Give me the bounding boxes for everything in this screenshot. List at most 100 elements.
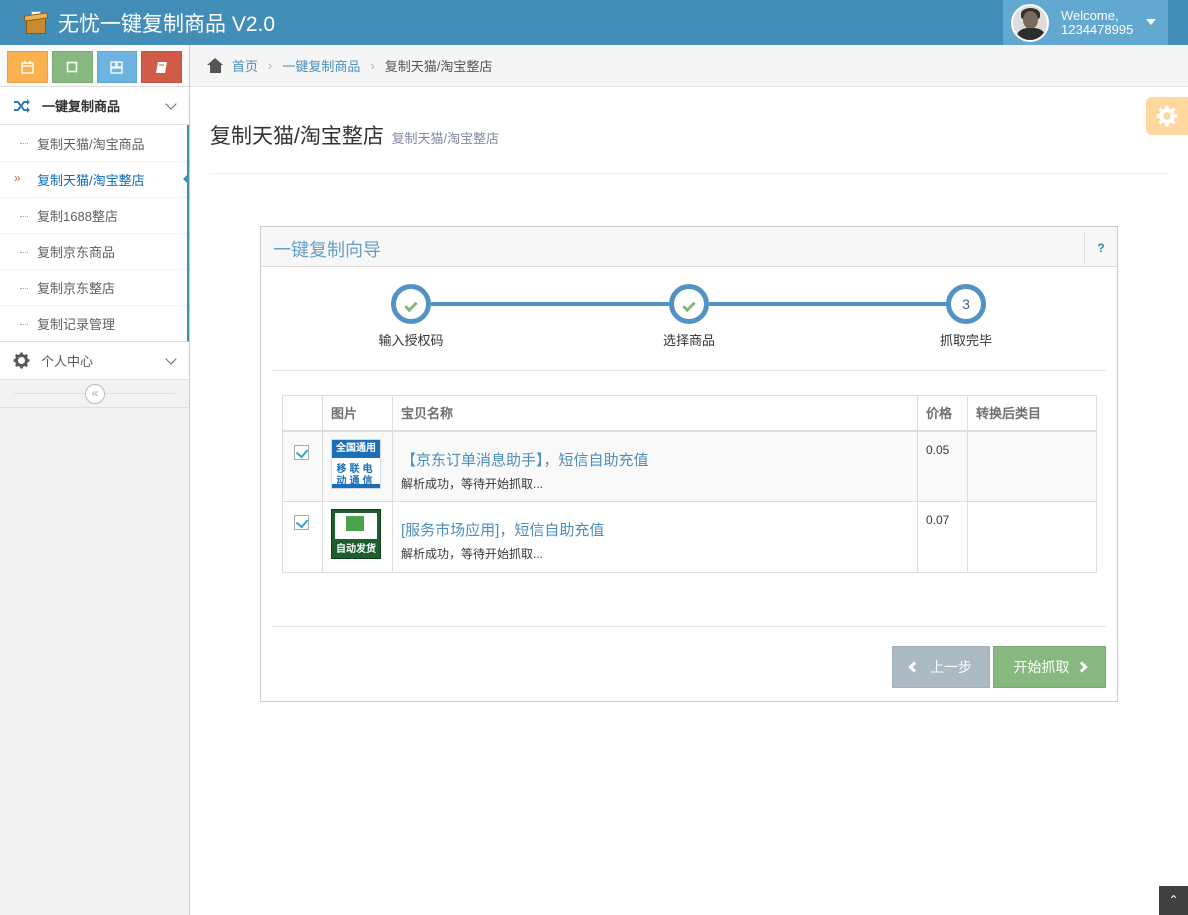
chevron-down-icon	[165, 98, 177, 110]
prev-step-button[interactable]: 上一步	[892, 646, 990, 688]
product-name-link[interactable]: 【京东订单消息助手】，短信自助充值	[401, 449, 917, 470]
step-2: 选择商品	[629, 284, 749, 349]
product-thumbnail[interactable]: 自动发货	[331, 509, 381, 559]
product-price: 0.07	[926, 513, 950, 527]
column-header-select	[282, 395, 323, 432]
widget-title: 一键复制向导	[273, 240, 381, 260]
menu-personal-center[interactable]: 个人中心	[0, 342, 189, 380]
user-id: 1234478995	[1061, 21, 1134, 37]
goods-table: 图片 宝贝名称 价格 转换后类目 全国通用 移联电 动通信 【京东订单消息助手】…	[282, 395, 1097, 573]
user-menu[interactable]: Welcome, 1234478995	[1003, 0, 1168, 45]
submenu-copy-goods: 复制天猫/淘宝商品 » 复制天猫/淘宝整店 复制1688整店 复制京东商品 复制…	[0, 125, 189, 342]
wizard-widget: 一键复制向导 ? 输入授权码 选择商品 3 抓取完毕 图片 宝贝名称 价格 转换…	[260, 226, 1118, 702]
book-shortcut-button[interactable]	[141, 51, 182, 83]
page-header: 复制天猫/淘宝整店 复制天猫/淘宝整店	[210, 120, 1167, 174]
table-row: 自动发货 [服务市场应用]，短信自助充值 解析成功，等待开始抓取... 0.07	[282, 501, 1097, 573]
check-icon	[404, 298, 418, 313]
brand[interactable]: 无忧一键复制商品 V2.0	[23, 0, 276, 45]
product-name-link[interactable]: [服务市场应用]，短信自助充值	[401, 519, 917, 540]
step-circle: 3	[946, 284, 986, 324]
sidebar-item-label: 复制天猫/淘宝商品	[37, 136, 145, 152]
grid-shortcut-button[interactable]	[96, 51, 138, 83]
widget-header: 一键复制向导 ?	[261, 227, 1117, 267]
sidebar-item-copy-jd-shop[interactable]: 复制京东整店	[0, 269, 187, 305]
grid-icon	[110, 60, 124, 74]
square-shortcut-button[interactable]	[51, 51, 93, 83]
breadcrumb: 首页 › 一键复制商品 › 复制天猫/淘宝整店	[190, 45, 1188, 87]
sidebar-item-copy-1688-shop[interactable]: 复制1688整店	[0, 197, 187, 233]
sidebar-item-label: 复制天猫/淘宝整店	[37, 173, 145, 188]
book-icon	[156, 61, 168, 73]
app-title: 无忧一键复制商品 V2.0	[58, 12, 276, 36]
sidebar-item-label: 复制京东商品	[37, 245, 116, 260]
menu-personal-center-label: 个人中心	[41, 354, 94, 369]
step-3: 3 抓取完毕	[906, 284, 1026, 349]
breadcrumb-level1-link[interactable]: 一键复制商品	[282, 56, 360, 75]
product-status: 解析成功，等待开始抓取...	[401, 476, 544, 491]
sidebar-item-copy-tmall-goods[interactable]: 复制天猫/淘宝商品	[0, 125, 187, 161]
product-category	[967, 501, 1097, 573]
chevron-left-icon	[908, 661, 920, 673]
row-checkbox[interactable]	[294, 444, 309, 460]
chevron-down-icon	[165, 353, 177, 365]
calendar-icon	[21, 60, 34, 74]
step-1: 输入授权码	[351, 284, 471, 349]
table-row: 全国通用 移联电 动通信 【京东订单消息助手】，短信自助充值 解析成功，等待开始…	[282, 430, 1097, 502]
product-price: 0.05	[926, 442, 950, 457]
play-icon	[346, 516, 364, 531]
chevron-right-icon	[1075, 661, 1088, 673]
shuffle-icon	[14, 98, 30, 113]
step-label: 输入授权码	[378, 333, 444, 348]
shortcut-bar	[0, 45, 189, 87]
step-label: 选择商品	[662, 333, 715, 348]
active-pointer	[183, 173, 189, 185]
sidebar-item-label: 复制京东整店	[37, 281, 116, 296]
breadcrumb-separator-icon: ›	[268, 58, 273, 73]
sidebar-collapse-bar: «	[0, 380, 189, 408]
step-circle	[669, 284, 709, 324]
calendar-shortcut-button[interactable]	[7, 51, 48, 83]
row-checkbox[interactable]	[294, 515, 309, 530]
avatar	[1011, 3, 1049, 42]
column-header-price: 价格	[917, 395, 968, 432]
start-fetch-label: 开始抓取	[1013, 659, 1070, 675]
collapse-sidebar-icon[interactable]: «	[85, 384, 105, 404]
column-header-category: 转换后类目	[967, 395, 1097, 432]
column-header-name: 宝贝名称	[392, 395, 918, 432]
sidebar-item-copy-jd-goods[interactable]: 复制京东商品	[0, 233, 187, 269]
menu-copy-goods-label: 一键复制商品	[42, 99, 121, 114]
column-header-image: 图片	[322, 395, 393, 432]
caret-down-icon	[1146, 19, 1156, 25]
breadcrumb-home-link[interactable]: 首页	[232, 56, 258, 75]
product-category	[967, 430, 1097, 502]
breadcrumb-current: 复制天猫/淘宝整店	[384, 59, 493, 74]
prev-step-label: 上一步	[930, 659, 972, 675]
gear-icon	[13, 352, 30, 369]
help-button[interactable]: ?	[1084, 232, 1117, 265]
wizard-steps: 输入授权码 选择商品 3 抓取完毕	[261, 267, 1117, 369]
page-subtitle: 复制天猫/淘宝整店	[391, 131, 500, 146]
start-fetch-button[interactable]: 开始抓取	[993, 646, 1106, 688]
divider	[272, 626, 1106, 627]
breadcrumb-separator-icon: ›	[370, 58, 375, 73]
scroll-to-top-button[interactable]: ⌃	[1159, 886, 1188, 915]
divider	[272, 370, 1106, 371]
menu-copy-goods[interactable]: 一键复制商品	[0, 87, 189, 125]
double-angle-right-icon: »	[14, 171, 21, 185]
square-icon	[66, 61, 78, 73]
welcome-text: Welcome,	[1061, 7, 1119, 23]
box-logo-icon	[23, 10, 49, 35]
check-icon	[682, 298, 696, 313]
home-icon	[207, 58, 224, 73]
page-title: 复制天猫/淘宝整店	[210, 125, 384, 148]
sidebar-item-label: 复制1688整店	[37, 209, 118, 224]
sidebar-item-copy-tmall-shop[interactable]: » 复制天猫/淘宝整店	[0, 161, 189, 197]
sidebar-item-copy-records[interactable]: 复制记录管理	[0, 305, 187, 341]
sidebar-item-label: 复制记录管理	[37, 317, 116, 332]
sidebar: 一键复制商品 复制天猫/淘宝商品 » 复制天猫/淘宝整店 复制1688整店 复制…	[0, 45, 190, 915]
top-navbar: 无忧一键复制商品 V2.0 Welcome, 1234478995	[0, 0, 1188, 45]
thumbnail-banner-text: 全国通用	[332, 439, 380, 458]
product-status: 解析成功，等待开始抓取...	[401, 547, 544, 561]
product-thumbnail[interactable]: 全国通用 移联电 动通信	[331, 438, 381, 489]
step-label: 抓取完毕	[939, 333, 992, 348]
